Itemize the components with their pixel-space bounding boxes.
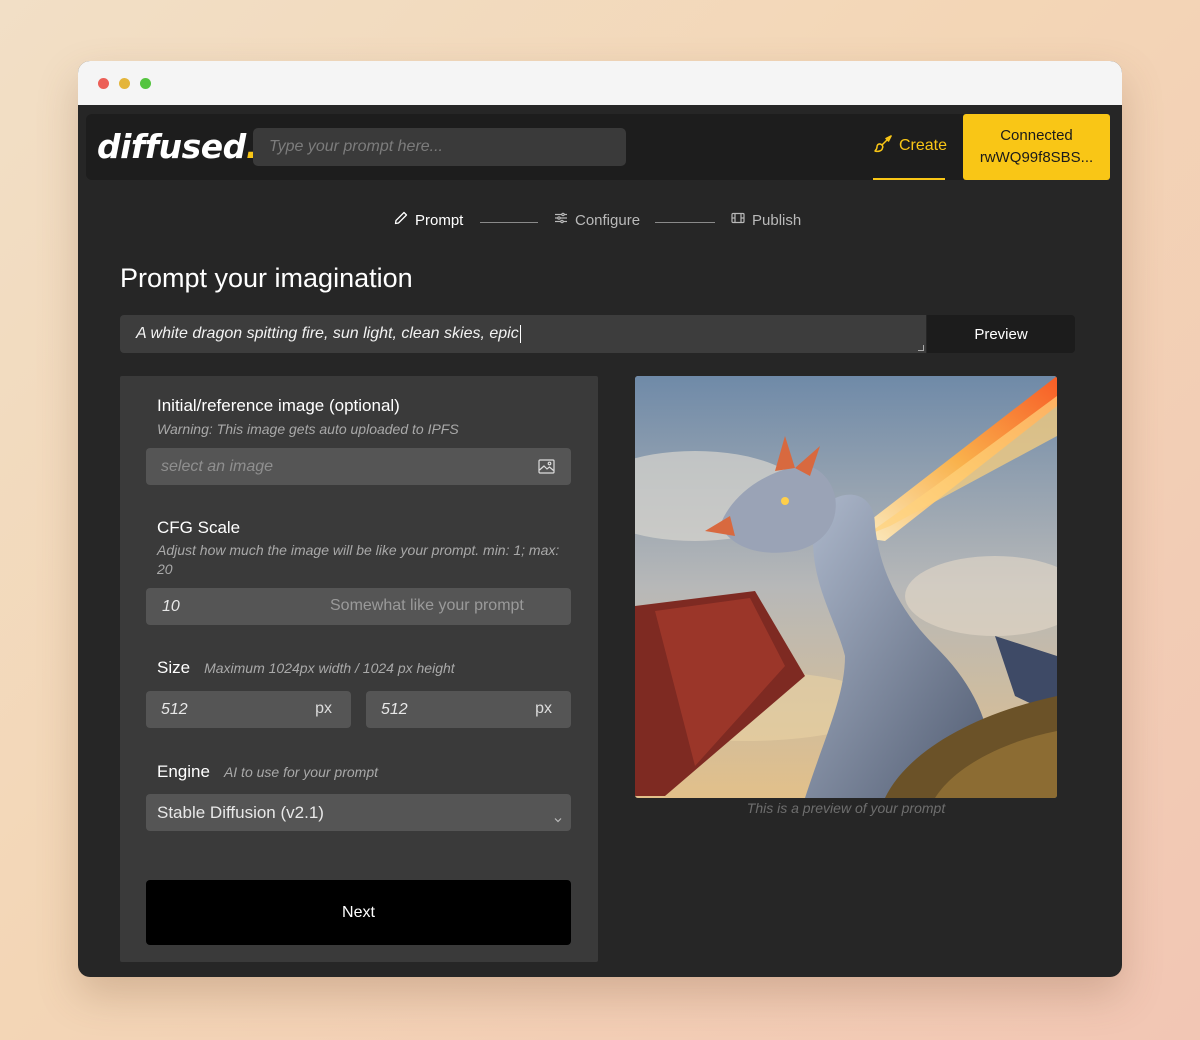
width-value: 512 bbox=[161, 700, 188, 718]
browser-window: diffused. Create Connected rwWQ99f8SBS..… bbox=[78, 61, 1122, 977]
generated-image-preview bbox=[635, 376, 1057, 798]
next-button[interactable]: Next bbox=[146, 880, 571, 945]
cfg-scale-value: 10 bbox=[162, 597, 180, 615]
engine-select[interactable]: Stable Diffusion (v2.1) bbox=[146, 794, 571, 831]
logo-text: diffused bbox=[97, 127, 246, 166]
connect-status: Connected bbox=[1000, 127, 1073, 144]
size-label-text: Size bbox=[157, 658, 191, 677]
step-publish[interactable]: Publish bbox=[731, 211, 801, 229]
create-label: Create bbox=[899, 137, 948, 154]
cfg-scale-label: CFG Scale bbox=[157, 518, 241, 537]
app-logo[interactable]: diffused. bbox=[97, 127, 258, 166]
image-file-input[interactable]: select an image bbox=[146, 448, 571, 485]
dragon-image bbox=[635, 376, 1057, 798]
film-icon bbox=[731, 211, 745, 229]
width-input[interactable]: 512 px bbox=[146, 691, 351, 728]
resize-handle[interactable] bbox=[918, 345, 924, 351]
step-divider bbox=[480, 222, 538, 223]
maximize-window-button[interactable] bbox=[140, 78, 151, 89]
minimize-window-button[interactable] bbox=[119, 78, 130, 89]
height-value: 512 bbox=[381, 700, 408, 718]
close-window-button[interactable] bbox=[98, 78, 109, 89]
prompt-textarea[interactable]: A white dragon spitting fire, sun light,… bbox=[120, 315, 926, 353]
window-titlebar bbox=[78, 61, 1122, 105]
cfg-scale-hint: Adjust how much the image will be like y… bbox=[157, 542, 560, 577]
step-label: Configure bbox=[575, 211, 641, 229]
step-divider bbox=[655, 222, 715, 223]
settings-panel: Initial/reference image (optional) Warni… bbox=[120, 376, 598, 962]
height-input[interactable]: 512 px bbox=[366, 691, 571, 728]
prompt-value: A white dragon spitting fire, sun light,… bbox=[136, 325, 519, 342]
page-title: Prompt your imagination bbox=[120, 263, 413, 293]
brush-icon bbox=[873, 134, 893, 159]
cfg-scale-input[interactable]: 10 Somewhat like your prompt bbox=[146, 588, 571, 625]
preview-caption: This is a preview of your prompt bbox=[746, 800, 946, 816]
sliders-icon bbox=[554, 211, 568, 229]
wallet-connect-button[interactable]: Connected rwWQ99f8SBS... bbox=[963, 114, 1110, 180]
wallet-address: rwWQ99f8SBS... bbox=[979, 149, 1094, 166]
stepper: Prompt Configure Publish bbox=[78, 211, 1122, 233]
top-navbar: diffused. Create Connected rwWQ99f8SBS..… bbox=[86, 114, 1110, 180]
engine-hint: AI to use for your prompt bbox=[223, 764, 379, 780]
step-label: Publish bbox=[752, 211, 802, 229]
image-input-placeholder: select an image bbox=[161, 457, 274, 475]
reference-image-hint: Warning: This image gets auto uploaded t… bbox=[157, 421, 459, 437]
size-label: Size Maximum 1024px width / 1024 px heigh… bbox=[157, 658, 455, 678]
step-prompt[interactable]: Prompt bbox=[394, 211, 463, 229]
width-unit: px bbox=[315, 700, 332, 717]
engine-selected: Stable Diffusion (v2.1) bbox=[157, 802, 324, 822]
cfg-scale-descriptor: Somewhat like your prompt bbox=[330, 597, 524, 614]
step-label: Prompt bbox=[415, 211, 464, 229]
step-configure[interactable]: Configure bbox=[554, 211, 640, 229]
height-unit: px bbox=[535, 700, 552, 717]
create-tab[interactable]: Create bbox=[873, 114, 948, 180]
chevron-down-icon bbox=[554, 808, 562, 828]
engine-label-text: Engine bbox=[157, 762, 210, 781]
image-icon bbox=[538, 459, 555, 479]
engine-label: Engine AI to use for your prompt bbox=[157, 762, 378, 782]
reference-image-label: Initial/reference image (optional) bbox=[157, 396, 400, 415]
preview-button[interactable]: Preview bbox=[927, 315, 1075, 353]
text-caret bbox=[519, 325, 521, 343]
pencil-icon bbox=[394, 211, 408, 229]
size-hint: Maximum 1024px width / 1024 px height bbox=[204, 660, 455, 676]
search-input[interactable] bbox=[253, 128, 626, 166]
